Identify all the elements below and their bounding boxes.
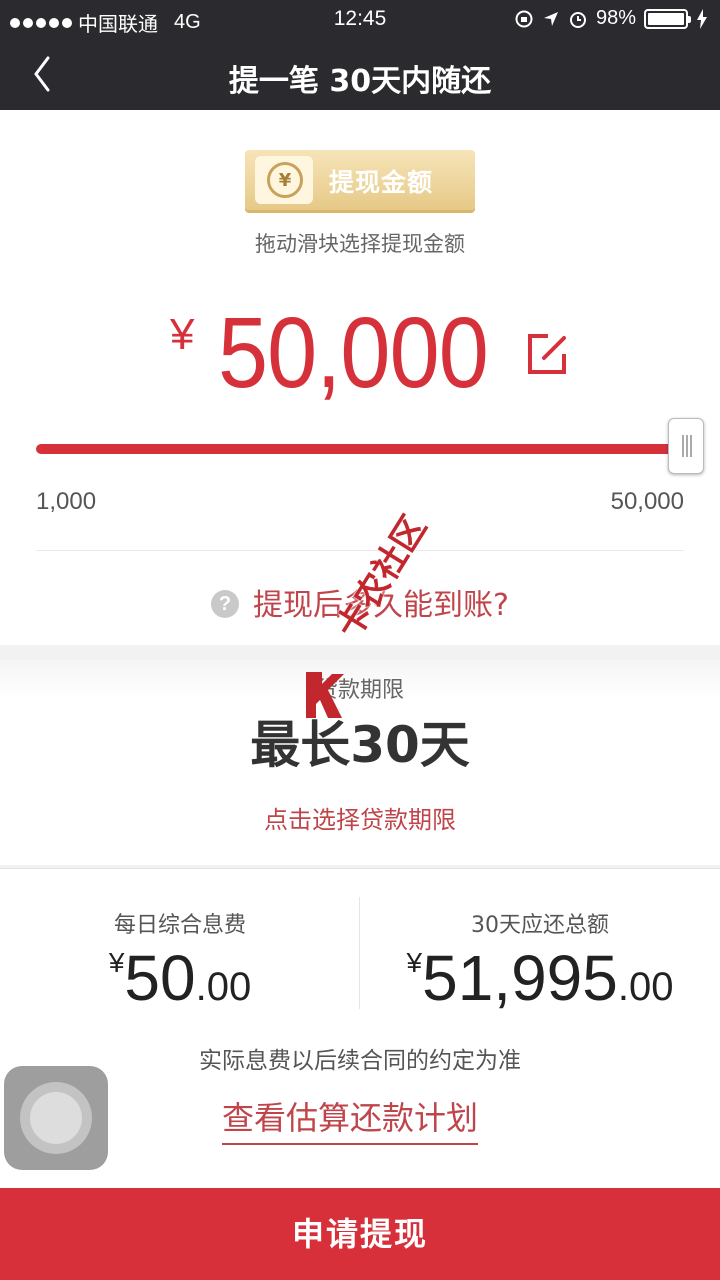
- top-bar: 中国联通 4G 12:45 98% 提一笔 30天内随还: [0, 0, 720, 110]
- rotation-lock-icon: [515, 10, 533, 27]
- edit-amount-icon[interactable]: [524, 332, 570, 378]
- slider-hint: 拖动滑块选择提现金额: [255, 232, 465, 256]
- amount-value: 50,000: [218, 297, 489, 409]
- slider-track[interactable]: [36, 444, 676, 454]
- slider-min-label: 1,000: [36, 488, 97, 515]
- question-icon: ?: [211, 589, 240, 618]
- select-term-link[interactable]: 点击选择贷款期限: [0, 800, 720, 835]
- withdraw-amount-badge: ¥ 提现金额: [245, 150, 475, 210]
- amount-display: ¥ 50,000: [0, 297, 720, 410]
- fees-panel: 每日综合息费 ¥50.00 30天应还总额 ¥51,995.00 实际息费以后续…: [0, 868, 720, 1188]
- arrival-time-faq-link[interactable]: ? 提现后多久能到账?: [0, 580, 720, 624]
- fee-disclaimer: 实际息费以后续合同的约定为准: [199, 1048, 521, 1074]
- battery-icon: [644, 8, 691, 29]
- apply-withdraw-button[interactable]: 申请提现: [0, 1188, 720, 1280]
- alarm-icon: [569, 11, 586, 28]
- charging-icon: [697, 8, 707, 29]
- term-value: 最长30天: [250, 716, 470, 774]
- status-bar: 中国联通 4G 12:45 98%: [0, 0, 720, 38]
- page-title: 提一笔 30天内随还: [228, 64, 492, 99]
- term-label: 贷款期限: [315, 678, 404, 703]
- total-repay-label: 30天应还总额: [471, 913, 609, 938]
- slider-max-label: 50,000: [610, 488, 684, 515]
- daily-fee-label: 每日综合息费: [113, 913, 246, 938]
- faq-text: 提现后多久能到账?: [253, 588, 509, 623]
- assistive-touch-button[interactable]: [4, 1066, 108, 1170]
- status-right: 98%: [514, 7, 708, 30]
- location-icon: [543, 11, 558, 26]
- badge-label: 提现金额: [329, 168, 434, 197]
- slider-handle[interactable]: [668, 418, 704, 474]
- divider: [36, 550, 684, 551]
- currency-symbol: ¥: [170, 310, 195, 359]
- total-repay-value: ¥51,995.00: [406, 942, 674, 1014]
- repayment-plan-link[interactable]: 查看估算还款计划: [222, 1093, 479, 1145]
- daily-fee: 每日综合息费 ¥50.00: [0, 869, 360, 1019]
- loan-term-panel: 贷款期限 最长30天 点击选择贷款期限: [0, 660, 720, 865]
- battery-percent: 98%: [595, 7, 636, 29]
- total-repay: 30天应还总额 ¥51,995.00: [360, 869, 720, 1019]
- amount-panel: ¥ 提现金额 拖动滑块选择提现金额 ¥ 50,000 1,000 50,000 …: [0, 110, 720, 645]
- amount-slider[interactable]: [36, 418, 704, 490]
- daily-fee-value: ¥50.00: [108, 942, 252, 1014]
- nav-bar: 提一笔 30天内随还: [0, 38, 720, 110]
- coin-icon: ¥: [255, 156, 313, 204]
